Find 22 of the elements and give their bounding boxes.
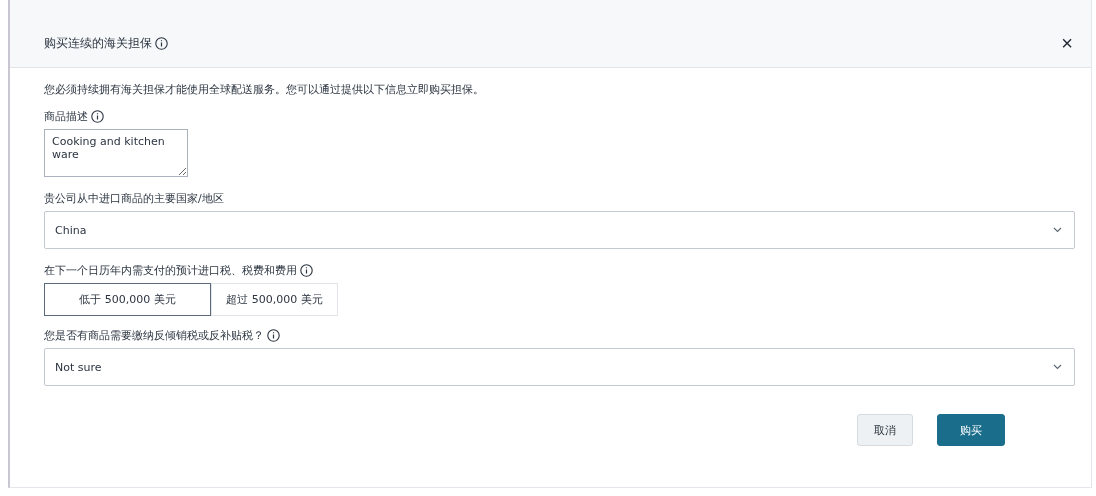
close-button[interactable]: × — [1057, 32, 1077, 55]
field-label: 贵公司从中进口商品的主要国家/地区 — [44, 191, 224, 206]
option-button[interactable]: 超过 500,000 美元 — [211, 283, 338, 316]
cancel-button[interactable]: 取消 — [857, 414, 913, 446]
dialog-title: 购买连续的海关担保 — [44, 35, 152, 52]
dropdown-field[interactable]: Not sure — [44, 348, 1075, 386]
info-icon[interactable] — [91, 110, 104, 123]
intro-text: 您必须持续拥有海关担保才能使用全球配送服务。您可以通过提供以下信息立即购买担保。 — [44, 82, 485, 97]
field-label: 您是否有商品需要缴纳反倾销税或反补贴税？ — [44, 328, 264, 343]
dropdown-value: Not sure — [55, 360, 102, 374]
field-label: 在下一个日历年内需支付的预计进口税、税费和费用 — [44, 263, 297, 278]
info-icon[interactable] — [267, 329, 280, 342]
field-label: 商品描述 — [44, 109, 88, 124]
chevron-down-icon — [1053, 227, 1062, 233]
dropdown-field[interactable]: China — [44, 211, 1075, 249]
info-icon[interactable] — [300, 264, 313, 277]
description-field[interactable]: Cooking and kitchen ware — [44, 129, 188, 177]
dropdown-value: China — [55, 223, 87, 237]
chevron-down-icon — [1053, 364, 1062, 370]
option-button[interactable]: 低于 500,000 美元 — [44, 283, 211, 316]
info-icon[interactable] — [155, 37, 168, 50]
buy-button[interactable]: 购买 — [937, 414, 1005, 446]
